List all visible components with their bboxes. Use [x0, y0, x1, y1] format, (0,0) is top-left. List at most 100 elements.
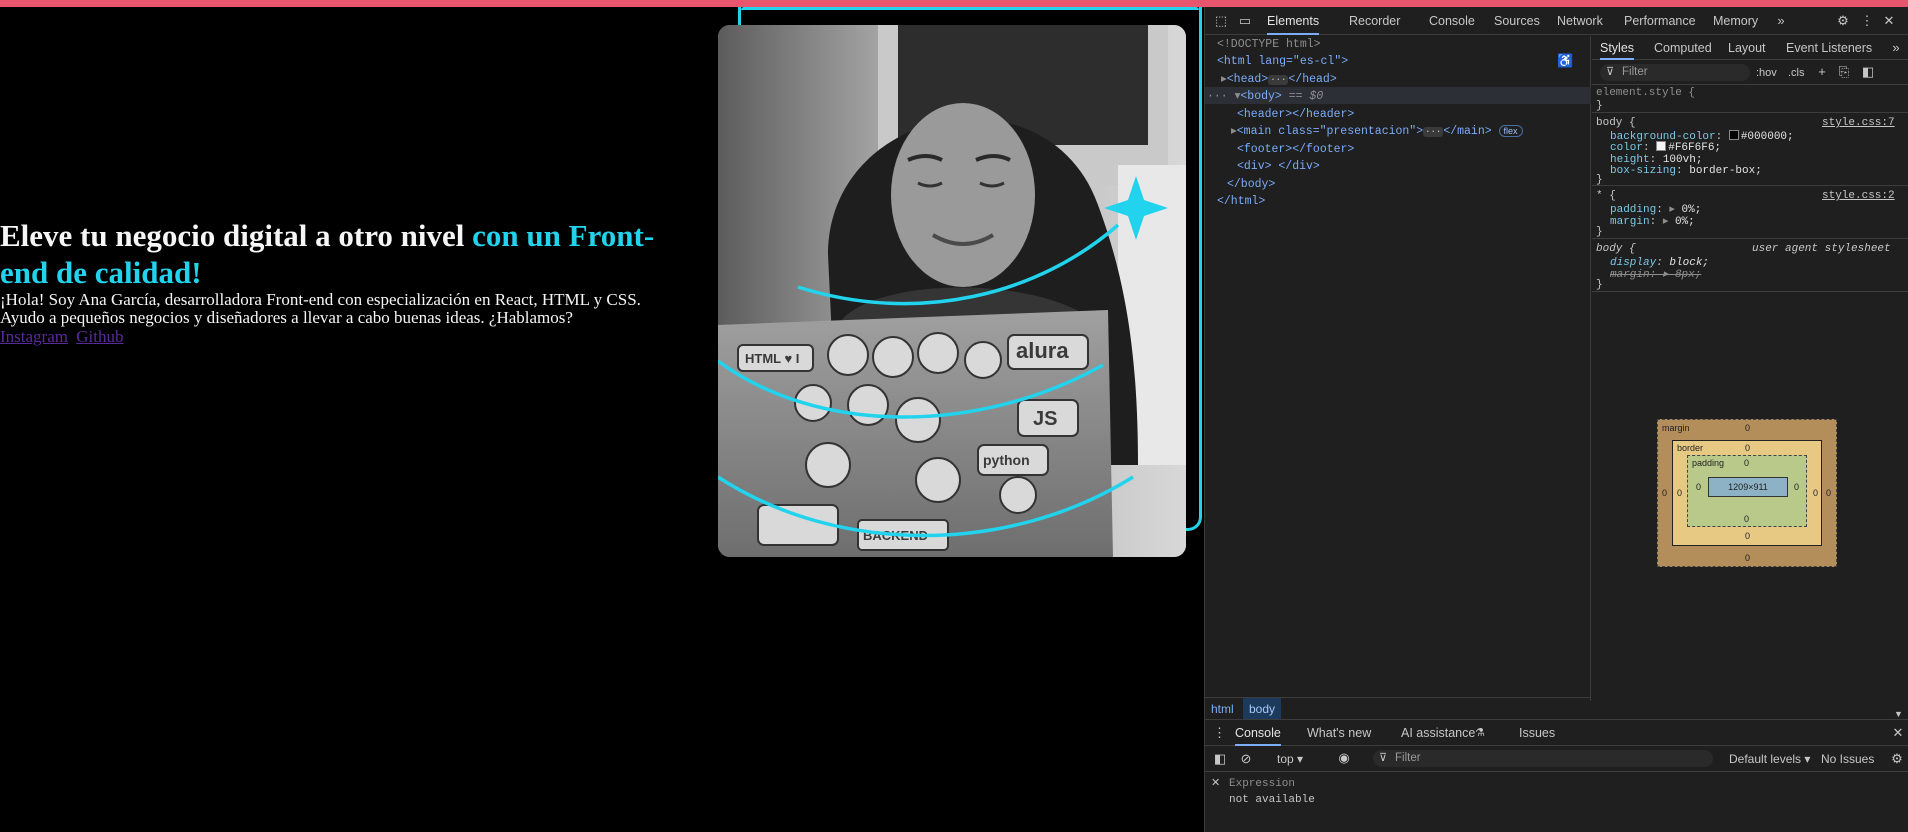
rule-source-link[interactable]: style.css:2 [1822, 189, 1895, 203]
console-drawer: ⋮ Console What's new AI assistance ⚗ Iss… [1205, 719, 1908, 832]
dom-footer[interactable]: <footer></footer> [1237, 141, 1354, 159]
devtools-panel: ⬚ ▭ Elements Recorder Console Sources Ne… [1204, 7, 1908, 832]
flex-badge[interactable]: flex [1498, 125, 1523, 137]
color-swatch[interactable] [1656, 141, 1667, 151]
remove-expression-icon[interactable]: ✕ [1211, 776, 1220, 792]
dom-body-close[interactable]: </body> [1227, 176, 1275, 194]
box-model-value[interactable]: 0 [1826, 488, 1831, 498]
css-declaration[interactable]: box-sizing: border-box; [1610, 164, 1762, 178]
box-model-content[interactable]: 1209×911 [1708, 477, 1788, 497]
breadcrumb-body[interactable]: body [1243, 698, 1282, 719]
filter-icon: ⊽ [1379, 752, 1388, 764]
rule-user-agent: body { user agent stylesheet display: bl… [1592, 240, 1908, 292]
devtools-tab-bar: ⬚ ▭ Elements Recorder Console Sources Ne… [1205, 7, 1908, 35]
box-model-value[interactable]: 0 [1745, 531, 1750, 541]
box-model-value[interactable]: 0 [1744, 514, 1749, 524]
clear-console-icon[interactable]: ⊘ [1239, 751, 1253, 767]
instagram-link[interactable]: Instagram [0, 327, 68, 346]
new-rule-icon[interactable]: + [1814, 64, 1830, 80]
svg-text:alura: alura [1016, 338, 1069, 363]
dom-html-close[interactable]: </html> [1217, 193, 1265, 211]
box-model-value[interactable]: 0 [1744, 458, 1749, 468]
console-filter-input[interactable]: ⊽ Filter [1373, 750, 1713, 767]
dom-head[interactable]: ▸<head> ··· </head> [1221, 71, 1337, 89]
sidebar-toggle-icon[interactable]: ◧ [1860, 64, 1876, 80]
tab-issues[interactable]: Issues [1519, 720, 1555, 746]
drawer-menu-icon[interactable]: ⋮ [1213, 725, 1226, 741]
cls-toggle[interactable]: .cls [1788, 65, 1805, 81]
close-devtools-icon[interactable]: ✕ [1881, 13, 1897, 29]
kebab-menu-icon[interactable]: ⋮ [1859, 13, 1875, 29]
tab-console[interactable]: Console [1429, 7, 1475, 35]
github-link[interactable]: Github [76, 327, 123, 346]
ellipsis-badge[interactable]: ··· [1423, 127, 1444, 137]
box-model-value[interactable]: 0 [1745, 423, 1750, 433]
rule-selector[interactable]: body { [1596, 242, 1636, 256]
dom-div[interactable]: <div> </div> [1237, 158, 1320, 176]
styles-pane: Styles Computed Layout Event Listeners »… [1592, 36, 1908, 719]
console-settings-gear-icon[interactable]: ⚙ [1889, 751, 1905, 767]
tab-event-listeners[interactable]: Event Listeners [1786, 36, 1872, 60]
live-expression-eye-icon[interactable]: ◉ [1335, 750, 1353, 766]
hero-title-main: Eleve tu negocio digital a otro nivel [0, 218, 473, 253]
more-tabs-icon[interactable]: » [1888, 40, 1904, 56]
box-model-value[interactable]: 0 [1745, 443, 1750, 453]
tab-network[interactable]: Network [1557, 7, 1603, 35]
tab-console-drawer[interactable]: Console [1235, 720, 1281, 746]
styles-filter-placeholder: Filter [1622, 66, 1648, 78]
paint-brush-icon[interactable]: ⎘ [1836, 64, 1852, 80]
rule-selector[interactable]: * { [1596, 189, 1616, 203]
tab-sources[interactable]: Sources [1494, 7, 1540, 35]
css-declaration[interactable]: margin: ▸ 0%; [1610, 215, 1695, 229]
box-model-value[interactable]: 0 [1794, 482, 1799, 492]
issues-counter[interactable]: No Issues [1821, 751, 1874, 767]
breadcrumb-html[interactable]: html [1205, 698, 1240, 719]
context-selector[interactable]: top ▾ [1277, 751, 1303, 767]
box-model-value[interactable]: 0 [1813, 488, 1818, 498]
expression-result: not available [1229, 794, 1315, 806]
tab-memory[interactable]: Memory [1713, 7, 1758, 35]
settings-gear-icon[interactable]: ⚙ [1835, 13, 1851, 29]
browser-top-bar [0, 0, 1908, 7]
tab-computed[interactable]: Computed [1654, 36, 1712, 60]
tab-ai-assistance[interactable]: AI assistance [1401, 720, 1475, 746]
tab-performance[interactable]: Performance [1624, 7, 1696, 35]
box-model-value[interactable]: 0 [1745, 553, 1750, 563]
dom-body[interactable]: ··· ▾<body> == $0 [1207, 88, 1323, 106]
box-model-value[interactable]: 0 [1696, 482, 1701, 492]
dom-head-close: </head> [1288, 73, 1337, 86]
styles-filter-input[interactable]: ⊽ Filter [1600, 64, 1750, 81]
rule-selector[interactable]: element.style { [1596, 86, 1695, 100]
more-tabs-icon[interactable]: » [1773, 13, 1789, 29]
box-model-value[interactable]: 0 [1677, 488, 1682, 498]
dom-doctype[interactable]: <!DOCTYPE html> [1217, 36, 1321, 54]
log-levels-dropdown[interactable]: Default levels ▾ [1729, 751, 1810, 767]
color-swatch[interactable] [1728, 130, 1739, 140]
expression-input[interactable]: Expression [1229, 776, 1295, 792]
tab-whats-new[interactable]: What's new [1307, 720, 1371, 746]
row-menu-icon[interactable]: ··· [1207, 90, 1235, 103]
box-model-padding-label: padding [1692, 458, 1725, 468]
dom-html[interactable]: <html lang="es-cl"> [1217, 53, 1348, 71]
tab-layout[interactable]: Layout [1728, 36, 1766, 60]
box-model-diagram: margin 0 0 0 0 border 0 0 0 0 padding 0 … [1657, 419, 1837, 567]
dom-header[interactable]: <header></header> [1237, 106, 1354, 124]
inspect-element-icon[interactable]: ⬚ [1213, 13, 1229, 29]
dom-main[interactable]: ▸<main class="presentacion"> ··· </main> f… [1231, 123, 1523, 141]
tab-styles[interactable]: Styles [1600, 36, 1635, 60]
sidebar-toggle-icon[interactable]: ◧ [1213, 751, 1227, 767]
tab-recorder[interactable]: Recorder [1349, 7, 1400, 35]
tab-elements[interactable]: Elements [1267, 7, 1320, 35]
rule-source-link[interactable]: style.css:7 [1822, 116, 1895, 130]
device-toolbar-icon[interactable]: ▭ [1237, 13, 1253, 29]
hov-toggle[interactable]: :hov [1756, 65, 1777, 81]
accessibility-icon[interactable]: ♿ [1557, 54, 1573, 70]
ellipsis-badge[interactable]: ··· [1268, 75, 1289, 85]
rule-source-label: user agent stylesheet [1752, 243, 1891, 255]
console-filter-placeholder: Filter [1395, 752, 1421, 764]
hero-photo: HTML ♥ I alura JS python BACKEND [718, 25, 1186, 557]
close-drawer-icon[interactable]: ✕ [1891, 725, 1905, 741]
css-declaration-overridden[interactable]: margin: ▸ 8px; [1610, 268, 1701, 282]
box-model-value[interactable]: 0 [1662, 488, 1667, 498]
rule-selector[interactable]: body { [1596, 116, 1636, 130]
